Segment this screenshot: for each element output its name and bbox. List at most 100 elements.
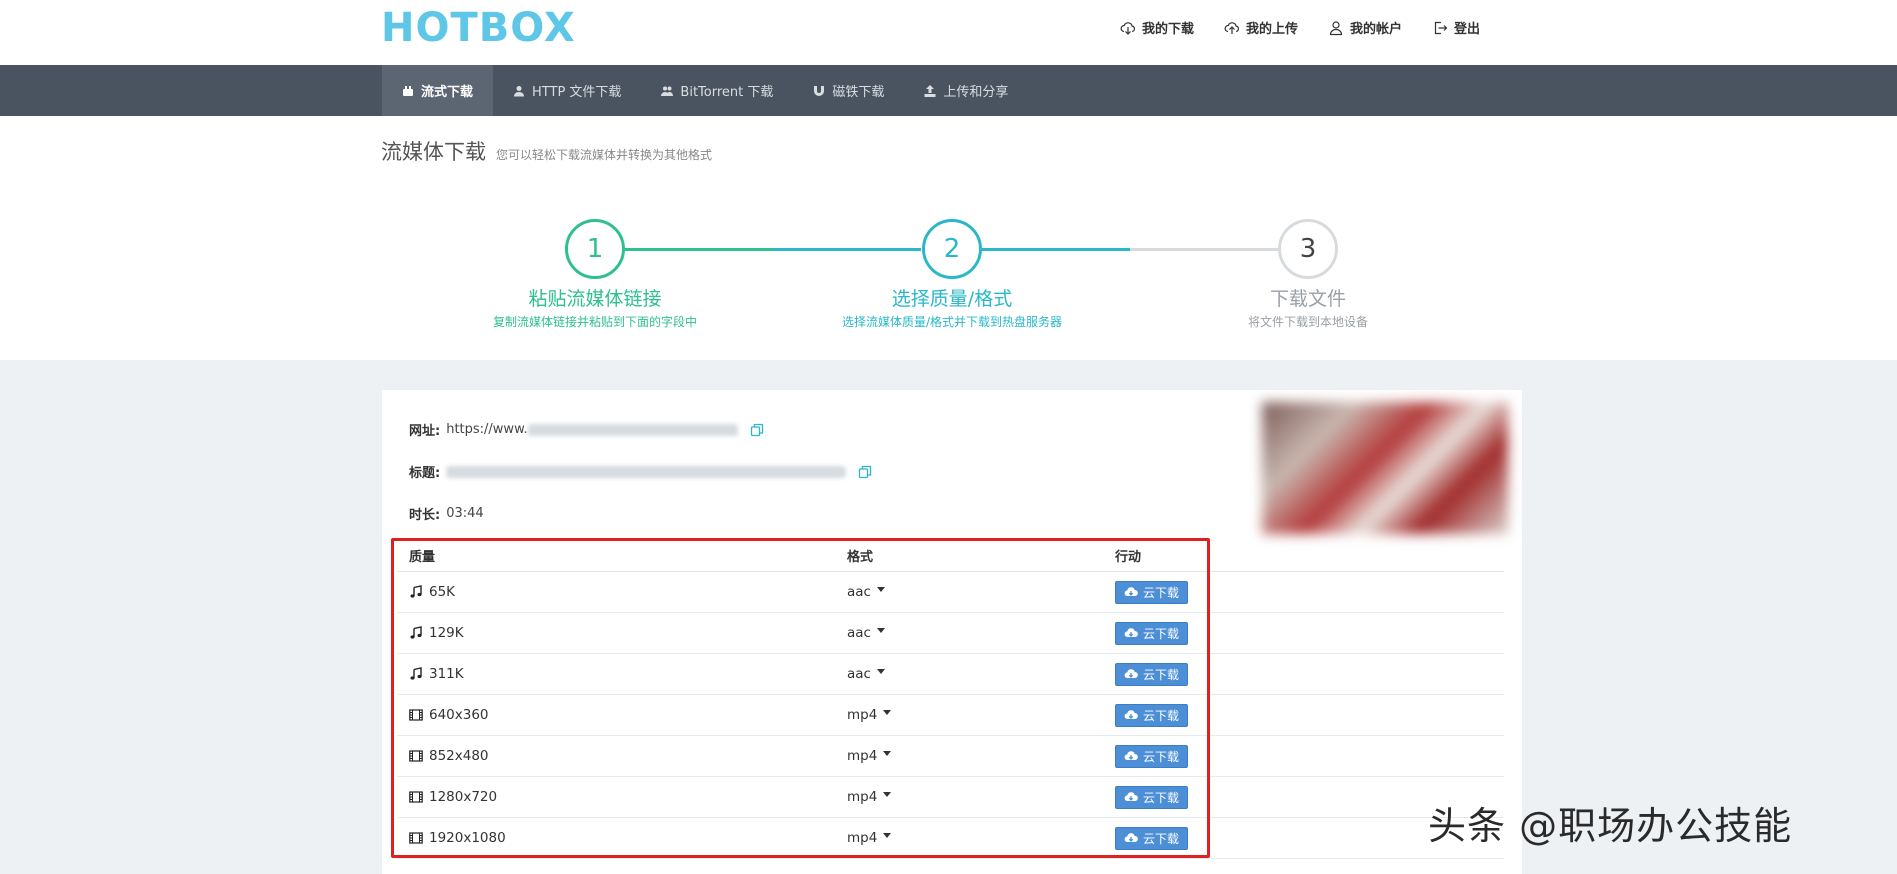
cloud-download-button[interactable]: 云下载	[1115, 826, 1189, 850]
format-dropdown[interactable]: mp4	[847, 707, 1115, 723]
action-cell: 云下载	[1115, 662, 1504, 686]
quality-cell: 1920x1080	[397, 830, 847, 846]
quality-value: 852x480	[429, 748, 489, 764]
step-3-title: 下载文件	[1269, 288, 1346, 310]
table-row: 640x360 mp4 云下载	[397, 695, 1504, 736]
magnet-icon	[814, 85, 825, 96]
caret-down-icon	[883, 750, 892, 756]
url-value: https://www.	[446, 422, 528, 437]
tab-label: HTTP 文件下载	[532, 85, 622, 100]
quality-cell: 1280x720	[397, 789, 847, 805]
table-row: 852x480 mp4 云下载	[397, 736, 1504, 777]
step-2-subtitle: 选择流媒体质量/格式并下载到热盘服务器	[841, 315, 1063, 329]
top-header: HOTBOX 我的下载 我的上传 我的帐户 登出	[0, 0, 1897, 65]
quality-value: 640x360	[429, 707, 489, 723]
caret-down-icon	[883, 791, 892, 797]
format-table: 质量 格式 行动 65K aac 云下载 129K aac 云下载 311K aac 云下载 64…	[397, 540, 1504, 859]
duration-label: 时长:	[409, 508, 441, 523]
title-row: 标题:	[409, 462, 872, 481]
step-1-circle: 1	[565, 219, 625, 279]
nav-label: 我的上传	[1246, 22, 1299, 37]
button-label: 云下载	[1143, 626, 1180, 641]
caret-down-icon	[876, 586, 885, 592]
step-1-subtitle: 复制流媒体链接并粘贴到下面的字段中	[492, 315, 697, 329]
format-dropdown[interactable]: mp4	[847, 748, 1115, 764]
format-value: mp4	[847, 789, 878, 805]
cloud-download-icon	[1124, 751, 1138, 761]
table-row: 65K aac 云下载	[397, 572, 1504, 613]
table-row: 311K aac 云下载	[397, 654, 1504, 695]
action-cell: 云下载	[1115, 621, 1504, 645]
tab-http-download[interactable]: HTTP 文件下载	[493, 65, 641, 116]
copy-icon[interactable]	[858, 465, 872, 479]
my-downloads-link[interactable]: 我的下载	[1120, 18, 1194, 37]
caret-down-icon	[876, 668, 885, 674]
page-header: 流媒体下载 您可以轻松下载流媒体并转换为其他格式	[381, 136, 712, 166]
action-cell: 云下载	[1115, 744, 1504, 768]
format-value: aac	[847, 666, 871, 682]
watermark: 头条 @职场办公技能	[1428, 804, 1793, 848]
my-uploads-link[interactable]: 我的上传	[1224, 18, 1298, 37]
cloud-download-icon	[1124, 833, 1138, 843]
quality-value: 65K	[429, 584, 456, 600]
quality-value: 1280x720	[429, 789, 498, 805]
table-row: 1280x720 mp4 云下载	[397, 777, 1504, 818]
cloud-download-icon	[1124, 792, 1138, 802]
tab-label: 流式下载	[421, 85, 474, 100]
logout-icon	[1434, 21, 1448, 34]
step-3-subtitle: 将文件下载到本地设备	[1247, 315, 1368, 329]
tab-stream-download[interactable]: 流式下载	[382, 65, 494, 116]
quality-cell: 640x360	[397, 707, 847, 723]
step-2-title: 选择质量/格式	[891, 288, 1013, 310]
format-dropdown[interactable]: aac	[847, 584, 1115, 600]
tab-label: BitTorrent 下载	[680, 85, 774, 100]
format-dropdown[interactable]: mp4	[847, 830, 1115, 846]
step-1-title: 粘贴流媒体链接	[528, 288, 662, 310]
button-label: 云下载	[1143, 585, 1180, 600]
copy-icon[interactable]	[750, 423, 764, 437]
quality-value: 1920x1080	[429, 830, 506, 846]
format-value: mp4	[847, 707, 878, 723]
tab-bittorrent-download[interactable]: BitTorrent 下载	[641, 65, 793, 116]
caret-down-icon	[883, 832, 892, 838]
format-value: mp4	[847, 830, 878, 846]
format-value: mp4	[847, 748, 878, 764]
duration-row: 时长: 03:44	[409, 504, 484, 523]
url-label: 网址:	[409, 424, 441, 439]
table-row: 129K aac 云下载	[397, 613, 1504, 654]
tab-magnet-download[interactable]: 磁铁下载	[793, 65, 904, 116]
music-icon	[410, 626, 422, 639]
film-icon	[409, 832, 423, 844]
nav-label: 登出	[1454, 22, 1481, 37]
step-connector	[982, 248, 1130, 251]
table-row: 1920x1080 mp4 云下载	[397, 818, 1504, 859]
film-icon	[409, 709, 423, 721]
cloud-download-button[interactable]: 云下载	[1115, 703, 1189, 727]
header-action: 行动	[1115, 550, 1142, 565]
quality-cell: 311K	[397, 666, 847, 682]
format-dropdown[interactable]: aac	[847, 625, 1115, 641]
user-icon	[514, 85, 525, 96]
step-connector	[1130, 248, 1278, 251]
cloud-download-button[interactable]: 云下载	[1115, 580, 1189, 604]
tab-label: 磁铁下载	[832, 85, 885, 100]
caret-down-icon	[883, 709, 892, 715]
my-account-link[interactable]: 我的帐户	[1328, 18, 1402, 37]
film-icon	[409, 750, 423, 762]
cloud-download-button[interactable]: 云下载	[1115, 662, 1189, 686]
format-dropdown[interactable]: mp4	[847, 789, 1115, 805]
logo[interactable]: HOTBOX	[381, 6, 576, 50]
cloud-download-button[interactable]: 云下载	[1115, 785, 1189, 809]
cloud-download-button[interactable]: 云下载	[1115, 744, 1189, 768]
cloud-download-button[interactable]: 云下载	[1115, 621, 1189, 645]
step-3-circle: 3	[1278, 219, 1338, 279]
action-cell: 云下载	[1115, 703, 1504, 727]
table-header: 质量 格式 行动	[397, 540, 1504, 572]
tab-upload-share[interactable]: 上传和分享	[904, 65, 1028, 116]
format-dropdown[interactable]: aac	[847, 666, 1115, 682]
users-icon	[661, 86, 674, 96]
nav-label: 我的帐户	[1350, 22, 1403, 37]
url-row: 网址: https://www.	[409, 420, 764, 439]
page-title: 流媒体下载	[381, 140, 486, 164]
logout-link[interactable]: 登出	[1432, 18, 1480, 37]
